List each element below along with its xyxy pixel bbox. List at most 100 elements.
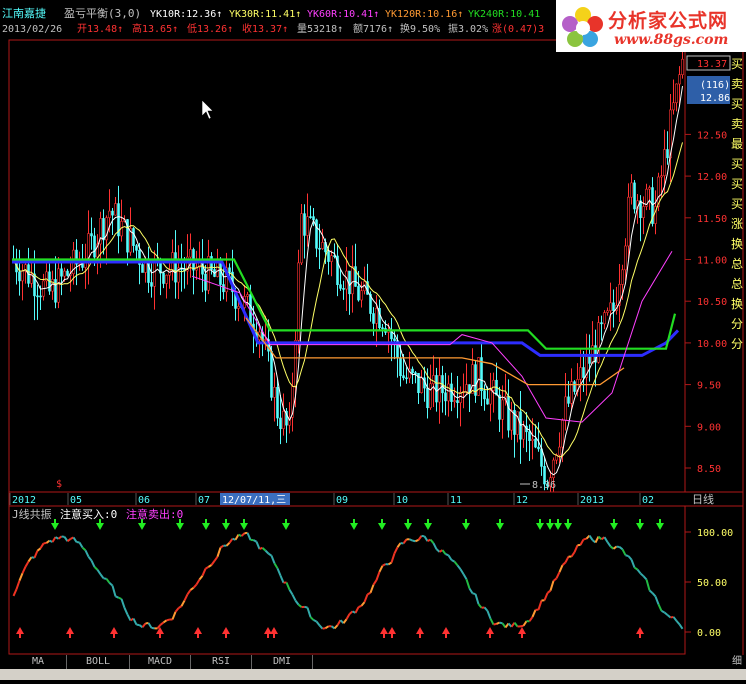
candle-body [430,384,432,408]
j-segment [605,537,608,542]
j-segment [200,576,203,580]
tab-rsi[interactable]: RSI [191,655,252,669]
j-segment [473,593,476,594]
sell-arrow-icon [496,523,504,530]
j-segment [350,611,353,614]
side-char: 卖 [731,117,743,131]
j-segment [152,628,155,629]
candle-body [517,412,519,435]
candle-body [415,373,417,374]
j-segment [113,586,116,597]
sell-arrow-icon [564,523,572,530]
period-label[interactable]: 日线 [692,492,714,506]
tab-boll[interactable]: BOLL [67,655,130,669]
price-label: 11.00 [697,256,727,267]
chart-window[interactable]: 江南嘉捷 盈亏平衡(3,0) YK10R:12.36↑ YK30R:11.41↑… [0,0,746,680]
candle-body [421,378,423,393]
buy-arrow-icon [270,627,278,634]
candle-body [535,439,537,447]
j-segment [125,608,128,615]
side-char: 买 [731,97,743,111]
j-segment [494,624,497,625]
price-label: 9.50 [697,381,721,392]
candle-body [58,269,60,302]
candle-body [19,272,21,281]
j-segment [188,590,191,594]
yk120r-line [246,318,624,385]
j-segment [533,610,536,617]
j-segment [161,622,164,624]
fine-toggle[interactable]: 细 [728,655,746,669]
candle-body [679,75,681,84]
indicator-name: 盈亏平衡(3,0) [64,7,141,20]
candle-body [166,275,168,283]
side-char: 换 [731,297,743,311]
yk30r-line [14,142,683,457]
j-segment [488,611,491,619]
tab-dmi[interactable]: DMI [252,655,313,669]
j-segment [575,545,578,552]
j-segment [104,578,107,579]
candle-body [316,220,318,248]
candle-body [448,384,450,401]
j-segment [635,568,638,570]
j-segment [236,535,239,540]
j-segment [281,576,284,583]
j-segment [215,557,218,561]
stock-chart[interactable]: 江南嘉捷 盈亏平衡(3,0) YK10R:12.36↑ YK30R:11.41↑… [0,0,746,680]
j-segment [185,594,188,600]
quote-change: 涨(0.47)3 [492,23,544,35]
candle-body [622,270,624,285]
j-segment [203,569,206,576]
price-gridlines [685,134,691,468]
sub-sell-label: 注意卖出:0 [126,507,183,521]
candle-body [460,392,462,402]
candle-body [133,228,135,245]
quote-open: 开13.48↑ [77,24,123,35]
candle-body [511,410,513,430]
candle-body [103,218,105,239]
j-segment [410,539,413,540]
quote-high: 高13.65↑ [132,22,178,35]
tab-ma[interactable]: MA [10,655,67,669]
j-segment [356,607,359,613]
buy-arrow-icon [442,627,450,634]
j-segment [80,543,83,548]
j-segment [377,572,380,580]
candle-body [580,368,582,380]
candle-body [40,296,42,297]
j-segment [623,549,626,555]
j-segment [449,555,452,560]
candle-body [484,391,486,399]
j-segment [140,625,143,627]
j-segment [101,574,104,578]
j-segment [119,598,122,599]
buy-arrow-icon [636,627,644,634]
price-box-count: (116) [700,80,730,91]
sell-arrow-icon [462,523,470,530]
j-segment [500,623,503,624]
j-segment [218,548,221,557]
j-segment [167,620,170,621]
buy-arrow-icon [66,627,74,634]
j-segment [584,539,587,540]
yk120r: YK120R:10.16↑ [385,9,463,20]
candle-body [589,356,591,363]
j-segment [626,555,629,556]
j-segment [551,581,554,591]
j-segment [296,601,299,605]
candle-body [112,211,114,215]
candle-body [487,399,489,404]
j-segment [176,608,179,612]
j-segment [608,542,611,546]
candle-body [604,313,606,324]
j-segment [485,607,488,610]
sub-indicator-name: J线共振 [12,507,52,521]
quote-date: 2013/02/26 [2,24,62,35]
j-segment [68,539,71,541]
yk240r: YK240R:10.41 [468,9,540,20]
candle-body [217,262,219,277]
time-axis [9,492,743,506]
tab-macd[interactable]: MACD [130,655,191,669]
j-segment [182,601,185,607]
